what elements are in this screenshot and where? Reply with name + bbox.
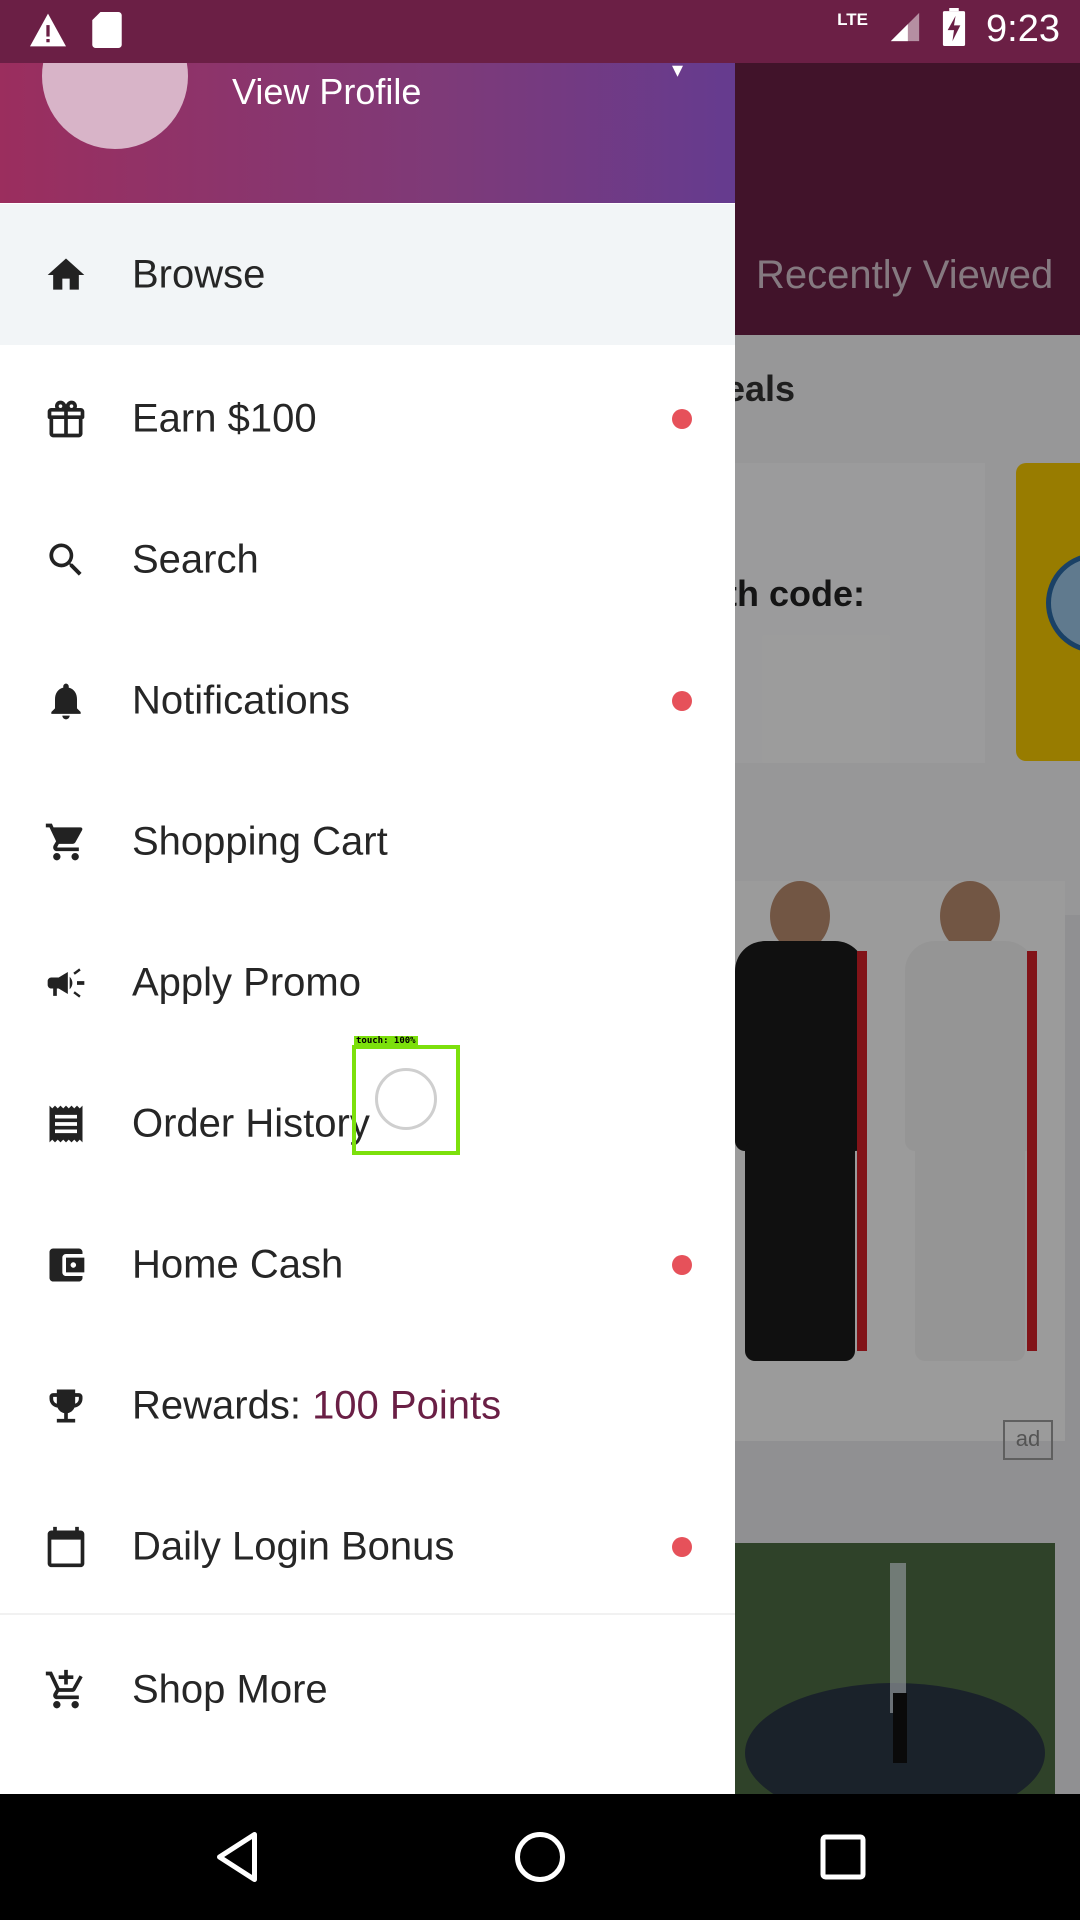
- view-profile-link[interactable]: View Profile: [232, 71, 421, 113]
- home-icon: [44, 253, 88, 297]
- menu-item-earn[interactable]: Earn $100: [0, 348, 735, 489]
- menu-label: Shop More: [132, 1667, 328, 1711]
- calendar-icon: [44, 1525, 88, 1569]
- chevron-down-icon[interactable]: ▾: [672, 63, 683, 83]
- signal-icon: [888, 10, 922, 49]
- menu-label: Daily Login Bonus: [132, 1524, 455, 1568]
- trophy-icon: [44, 1384, 88, 1428]
- system-navigation-bar: [0, 1794, 1080, 1920]
- menu-label: Earn $100: [132, 396, 317, 440]
- menu-item-notifications[interactable]: Notifications: [0, 630, 735, 771]
- navigation-drawer: View Profile ▾ Browse Earn $100 Search N…: [0, 63, 735, 1794]
- status-bar: LTE 9:23: [0, 0, 1080, 63]
- gift-icon: [44, 397, 88, 441]
- warning-icon: [28, 12, 68, 53]
- menu-label: Browse: [132, 252, 266, 296]
- clock: 9:23: [986, 8, 1060, 50]
- menu-item-browse[interactable]: Browse: [0, 204, 735, 345]
- menu-item-search[interactable]: Search: [0, 489, 735, 630]
- menu-item-shop-more[interactable]: Shop More: [0, 1619, 735, 1760]
- back-icon[interactable]: [207, 1827, 267, 1887]
- menu-label: Search: [132, 537, 259, 581]
- rewards-label: Rewards:: [132, 1383, 313, 1427]
- drawer-header: View Profile ▾: [0, 63, 735, 203]
- menu-item-home-cash[interactable]: Home Cash: [0, 1194, 735, 1335]
- notification-badge: [672, 408, 692, 429]
- home-button-icon[interactable]: [510, 1827, 570, 1887]
- cart-icon: [44, 820, 88, 864]
- notification-badge: [672, 1254, 692, 1275]
- touch-ripple: [375, 1068, 437, 1130]
- menu-label: Order History: [132, 1101, 370, 1145]
- search-icon: [44, 538, 88, 582]
- divider: [0, 1613, 735, 1615]
- notification-badge: [672, 1536, 692, 1557]
- touch-indicator-label: touch: 100%: [354, 1036, 418, 1046]
- bell-icon: [44, 679, 88, 723]
- menu-item-shopping-cart[interactable]: Shopping Cart: [0, 771, 735, 912]
- rewards-points: 100 Points: [312, 1383, 502, 1427]
- megaphone-icon: [44, 961, 88, 1005]
- add-cart-icon: [44, 1668, 88, 1712]
- battery-charging-icon: [942, 8, 966, 51]
- sd-card-icon: [92, 12, 122, 53]
- wallet-icon: [44, 1243, 88, 1287]
- avatar[interactable]: [42, 63, 188, 149]
- menu-label: Rewards: 100 Points: [132, 1383, 501, 1428]
- menu-label: Apply Promo: [132, 960, 361, 1004]
- menu-label: Shopping Cart: [132, 819, 388, 863]
- notification-badge: [672, 690, 692, 711]
- network-type: LTE: [837, 9, 869, 29]
- receipt-icon: [44, 1102, 88, 1146]
- menu-item-daily-login-bonus[interactable]: Daily Login Bonus: [0, 1476, 735, 1617]
- recents-icon[interactable]: [813, 1827, 873, 1887]
- menu-item-rewards[interactable]: Rewards: 100 Points: [0, 1335, 735, 1476]
- menu-label: Home Cash: [132, 1242, 344, 1286]
- menu-label: Notifications: [132, 678, 350, 722]
- menu-item-apply-promo[interactable]: Apply Promo: [0, 912, 735, 1053]
